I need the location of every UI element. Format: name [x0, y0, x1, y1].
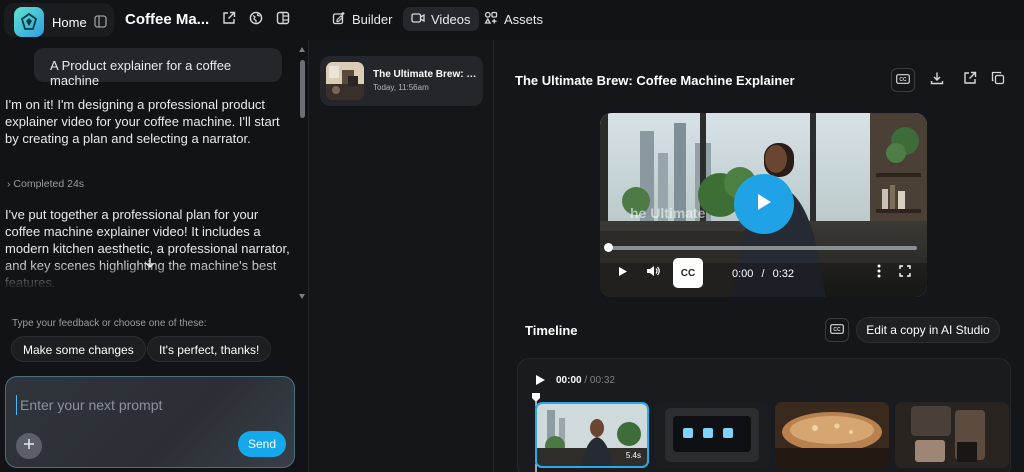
player-current-time: 0:00	[732, 268, 754, 280]
user-message-bubble: A Product explainer for a coffee machine	[34, 48, 282, 88]
video-icon	[411, 12, 425, 27]
video-watermark-text: he Ultimate	[630, 205, 706, 221]
scroll-down-icon[interactable]	[298, 292, 306, 300]
tab-assets[interactable]: Assets	[476, 7, 551, 31]
open-external-icon	[963, 71, 977, 90]
svg-text:CC: CC	[833, 327, 841, 333]
video-player[interactable]: he Ultimate CC 0:00 / 0:32	[600, 113, 927, 297]
duplicate-button[interactable]	[986, 68, 1010, 92]
prompt-composer: Send	[5, 376, 295, 468]
video-list-item-title: The Ultimate Brew: Coffee Machine Explai…	[373, 69, 479, 80]
timeline-clip[interactable]: 5.4s	[535, 402, 649, 468]
suggestion-perfect[interactable]: It's perfect, thanks!	[147, 336, 272, 362]
timeline-time-readout: 00:00 / 00:32	[556, 375, 615, 386]
video-progress-bar[interactable]	[608, 246, 917, 250]
tab-assets-label: Assets	[504, 11, 544, 27]
prompt-input[interactable]	[16, 395, 276, 415]
captions-icon: CC	[830, 321, 844, 339]
brand-kit-icon[interactable]	[276, 11, 292, 27]
play-icon	[618, 264, 628, 282]
player-captions-button[interactable]: CC	[673, 258, 703, 288]
timeline-clip[interactable]	[775, 402, 889, 468]
captions-icon: CC	[896, 71, 910, 89]
builder-icon	[332, 11, 346, 28]
app-logo-icon	[14, 7, 44, 37]
chat-scrollbar[interactable]	[298, 46, 306, 300]
tab-videos-label: Videos	[431, 11, 471, 27]
player-time-separator: /	[761, 268, 765, 280]
video-list-item[interactable]: The Ultimate Brew: Coffee Machine Explai…	[320, 56, 483, 106]
volume-icon	[646, 264, 660, 282]
download-button[interactable]	[925, 68, 949, 92]
player-more-button[interactable]	[870, 264, 888, 282]
open-external-icon[interactable]	[222, 11, 238, 27]
globe-icon[interactable]	[249, 11, 265, 27]
completed-label: Completed 24s	[13, 178, 85, 190]
volume-button[interactable]	[644, 264, 662, 282]
assistant-message: I'm on it! I'm designing a professional …	[5, 97, 280, 146]
sidebar-toggle-icon[interactable]	[94, 15, 107, 33]
video-title: The Ultimate Brew: Coffee Machine Explai…	[515, 73, 795, 88]
player-play-button[interactable]	[614, 264, 632, 282]
video-list-item-time: Today, 11:56am	[373, 83, 429, 92]
add-attachment-button[interactable]	[16, 433, 42, 459]
timeline-clip[interactable]	[655, 402, 769, 468]
clip-thumbnail-image	[895, 402, 1009, 468]
video-list-panel: The Ultimate Brew: Coffee Machine Explai…	[308, 40, 494, 472]
tab-videos[interactable]: Videos	[403, 7, 479, 31]
assets-icon	[484, 11, 498, 28]
timeline-captions-button[interactable]: CC	[825, 318, 849, 342]
captions-button[interactable]: CC	[891, 68, 915, 92]
timeline-panel: 00:00 / 00:32 5.4s	[517, 358, 1011, 472]
completed-step-toggle[interactable]: › Completed 24s	[7, 178, 84, 190]
svg-text:CC: CC	[899, 77, 907, 83]
player-time-readout: 0:00 / 0:32	[732, 268, 794, 280]
arrow-down-icon	[144, 256, 156, 274]
send-button[interactable]: Send	[238, 431, 286, 457]
fullscreen-button[interactable]	[896, 264, 914, 282]
chevron-right-icon: ›	[7, 178, 11, 190]
more-vertical-icon	[877, 264, 881, 283]
scroll-to-bottom-button[interactable]	[139, 254, 161, 276]
video-detail-panel: The Ultimate Brew: Coffee Machine Explai…	[494, 40, 1024, 472]
project-title[interactable]: Coffee Ma...	[125, 11, 209, 28]
timeline-title: Timeline	[525, 323, 578, 338]
feedback-hint: Type your feedback or choose one of thes…	[12, 318, 207, 329]
fullscreen-icon	[899, 264, 911, 282]
app-window: Home Coffee Ma... Builder Videos Assets …	[0, 0, 1024, 472]
home-button[interactable]: Home	[4, 3, 114, 37]
share-button[interactable]	[958, 68, 982, 92]
video-progress-knob[interactable]	[604, 243, 613, 252]
chat-panel: A Product explainer for a coffee machine…	[0, 40, 308, 472]
copy-icon	[991, 71, 1005, 90]
tab-builder[interactable]: Builder	[324, 7, 400, 31]
clip-thumbnail-image	[655, 402, 769, 468]
video-thumbnail	[326, 62, 364, 100]
player-duration: 0:32	[772, 268, 795, 280]
play-button[interactable]	[734, 174, 794, 234]
download-icon	[930, 71, 944, 90]
timeline-current-time: 00:00	[556, 375, 582, 386]
top-bar: Home Coffee Ma... Builder Videos Assets	[0, 0, 1024, 40]
plus-icon	[23, 437, 35, 455]
play-icon	[755, 192, 773, 217]
clip-thumbnail-image	[775, 402, 889, 468]
tab-builder-label: Builder	[352, 11, 393, 27]
scroll-up-icon[interactable]	[298, 46, 306, 54]
timeline-clip[interactable]	[895, 402, 1009, 468]
suggestion-make-changes[interactable]: Make some changes	[11, 336, 146, 362]
scroll-thumb[interactable]	[300, 60, 305, 118]
edit-copy-ai-studio-button[interactable]: Edit a copy in AI Studio	[856, 317, 1000, 343]
clip-duration: 5.4s	[625, 451, 641, 460]
timeline-play-icon[interactable]	[535, 373, 547, 385]
timeline-total-time: / 00:32	[584, 375, 615, 386]
home-label: Home	[52, 15, 87, 30]
